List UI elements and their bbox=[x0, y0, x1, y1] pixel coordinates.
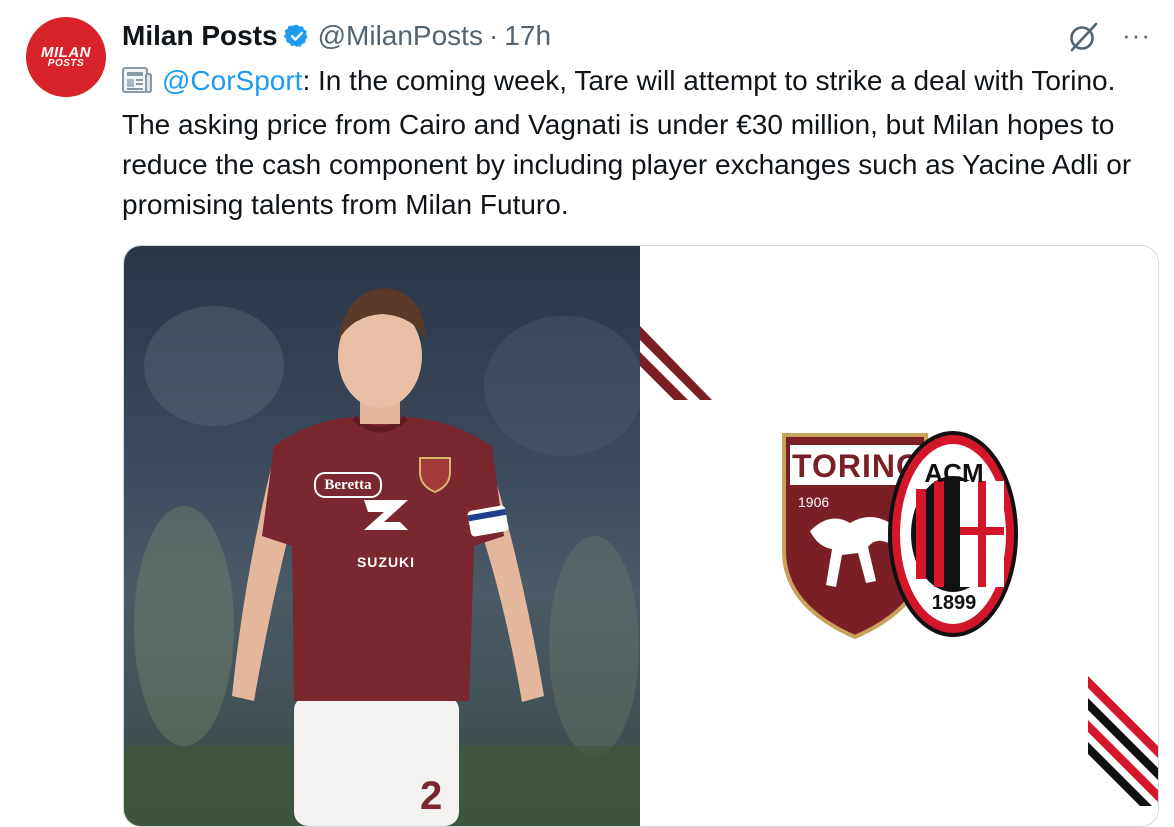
avatar-line-2: POSTS bbox=[47, 57, 85, 69]
clubs-graphic: TORINO 1906 ACM 1899 bbox=[640, 246, 1158, 826]
tweet-header: Milan Posts @MilanPosts · 17h bbox=[122, 16, 551, 56]
newspaper-icon bbox=[122, 65, 152, 105]
suzuki-logo-icon bbox=[364, 500, 408, 530]
more-options-button[interactable]: ··· bbox=[1122, 22, 1151, 48]
jersey-sponsor-top: Beretta bbox=[314, 472, 382, 498]
account-name[interactable]: Milan Posts bbox=[122, 20, 278, 52]
milan-crest-year: 1899 bbox=[931, 592, 977, 614]
stripe-decoration-top bbox=[640, 326, 712, 400]
stripe-decoration-bottom bbox=[1088, 676, 1158, 806]
avatar-line-1: MILAN bbox=[41, 43, 91, 61]
account-handle[interactable]: @MilanPosts bbox=[318, 20, 483, 52]
torino-crest-year: 1906 bbox=[798, 494, 830, 510]
profile-avatar[interactable]: MILAN POSTS bbox=[26, 17, 106, 97]
tweet-media[interactable]: Beretta SUZUKI 2 TORINO 1906 ACM 1899 bbox=[123, 245, 1159, 827]
verified-badge-icon bbox=[283, 23, 310, 49]
tweet-text: @CorSport: In the coming week, Tare will… bbox=[122, 61, 1142, 225]
jersey-sponsor-main: SUZUKI bbox=[356, 554, 416, 570]
grok-icon[interactable] bbox=[1066, 19, 1102, 55]
tweet-timestamp[interactable]: 17h bbox=[504, 20, 551, 52]
player-photo: Beretta SUZUKI 2 bbox=[124, 246, 640, 826]
mention-link[interactable]: @CorSport bbox=[162, 65, 302, 96]
separator-dot: · bbox=[488, 20, 499, 51]
shorts-number: 2 bbox=[420, 774, 443, 818]
milan-crest-name: ACM bbox=[924, 458, 984, 488]
